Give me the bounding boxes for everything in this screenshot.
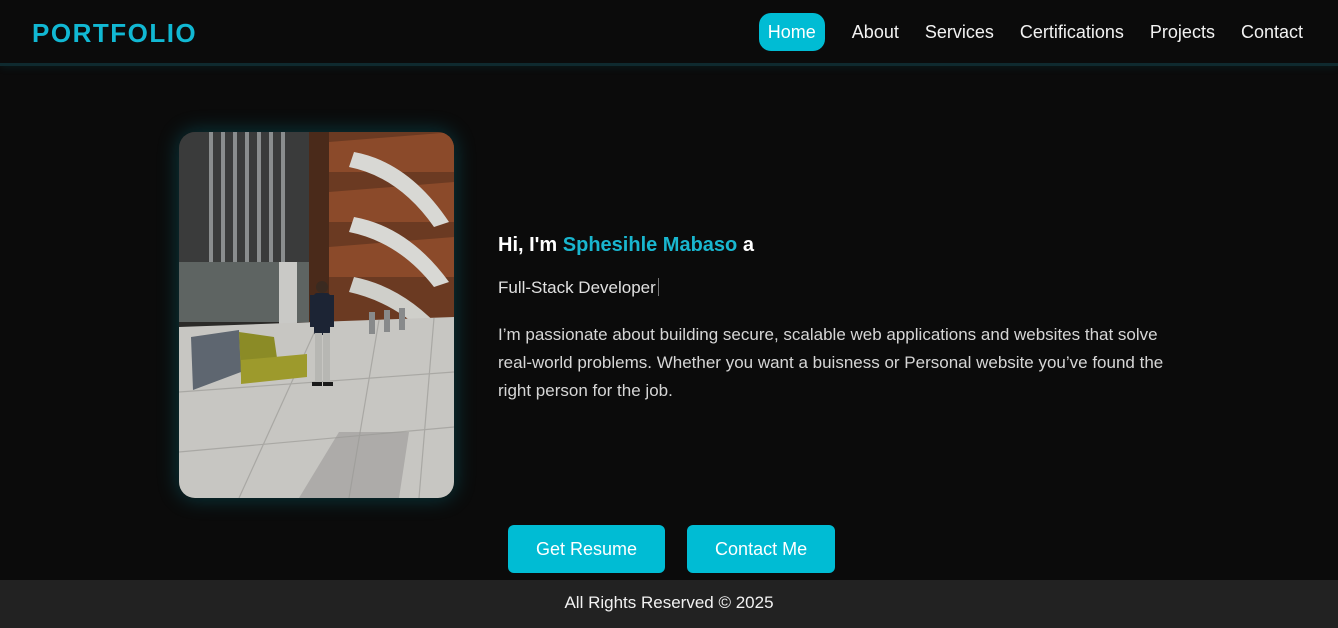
navbar: PORTFOLIO Home About Services Certificat… bbox=[0, 0, 1338, 66]
cta-buttons: Get Resume Contact Me bbox=[508, 525, 836, 573]
footer: All Rights Reserved © 2025 bbox=[0, 580, 1338, 628]
nav-contact[interactable]: Contact bbox=[1228, 13, 1316, 51]
greeting-suffix: a bbox=[742, 234, 754, 256]
intro: Hi, I'm Sphesihle Mabaso a Full-Stack De… bbox=[498, 232, 1178, 422]
nav-home[interactable]: Home bbox=[758, 13, 825, 51]
logo[interactable]: PORTFOLIO bbox=[32, 18, 197, 49]
greeting: Hi, I'm Sphesihle Mabaso a bbox=[498, 232, 1178, 258]
main-nav: Home About Services Certifications Proje… bbox=[758, 13, 1316, 51]
nav-services[interactable]: Services bbox=[912, 13, 1007, 51]
role-typing: Full-Stack Developer bbox=[498, 277, 1178, 299]
greeting-prefix: Hi, I'm bbox=[498, 234, 558, 256]
nav-projects[interactable]: Projects bbox=[1137, 13, 1228, 51]
contact-me-button[interactable]: Contact Me bbox=[687, 525, 836, 573]
profile-photo bbox=[179, 132, 454, 498]
bio: I’m passionate about building secure, sc… bbox=[498, 325, 1164, 400]
developer-name: Sphesihle Mabaso bbox=[562, 234, 738, 256]
nav-about[interactable]: About bbox=[839, 13, 912, 51]
get-resume-button[interactable]: Get Resume bbox=[508, 525, 666, 573]
typing-cursor bbox=[657, 278, 659, 296]
copyright: All Rights Reserved © 2025 bbox=[564, 593, 774, 612]
role-text: Full-Stack Developer bbox=[498, 278, 656, 297]
nav-certifications[interactable]: Certifications bbox=[1007, 13, 1137, 51]
